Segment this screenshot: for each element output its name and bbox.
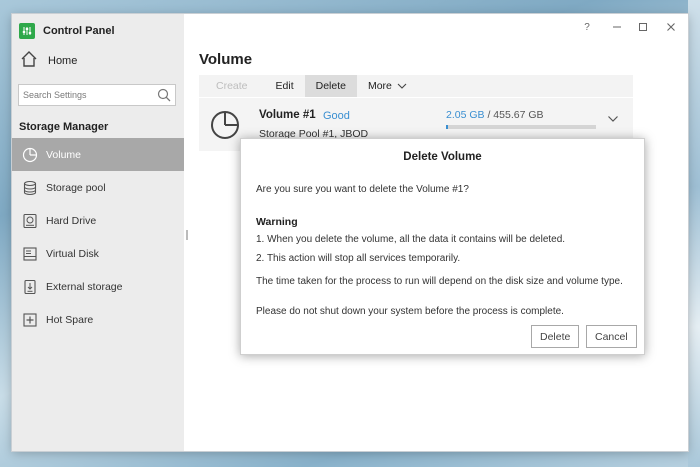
- home-label: Home: [48, 55, 78, 67]
- section-title-storage-manager: Storage Manager: [19, 121, 109, 133]
- dialog-question: Are you sure you want to delete the Volu…: [256, 184, 469, 195]
- storage-pool-icon: [22, 180, 38, 196]
- sidebar: Control Panel Home Storage Manager: [12, 14, 184, 451]
- more-menu-button[interactable]: More: [357, 75, 418, 97]
- toolbar: Create Edit Delete More: [199, 75, 633, 97]
- search-input[interactable]: [23, 90, 153, 100]
- warning-title: Warning: [256, 216, 298, 228]
- search-icon[interactable]: [157, 88, 171, 107]
- expand-chevron-icon[interactable]: [607, 110, 619, 128]
- hard-drive-icon: [22, 213, 38, 229]
- status-badge: Good: [323, 110, 350, 122]
- create-button[interactable]: Create: [199, 75, 265, 97]
- warning-line-1: 1. When you delete the volume, all the d…: [256, 234, 566, 245]
- dialog-note-1: The time taken for the process to run wi…: [256, 276, 623, 287]
- delete-button[interactable]: Delete: [304, 75, 357, 97]
- sidebar-nav: Volume Storage pool Hard Drive Virtual D…: [12, 138, 184, 336]
- external-storage-icon: [22, 279, 38, 295]
- usage-bar: [446, 125, 596, 129]
- sidebar-item-label: External storage: [46, 280, 123, 293]
- page-title: Volume: [199, 51, 253, 68]
- app-header: Control Panel: [19, 22, 115, 40]
- volume-used: 2.05 GB: [446, 109, 485, 121]
- sidebar-item-label: Virtual Disk: [46, 247, 99, 260]
- app-logo-icon: [19, 23, 35, 39]
- confirm-delete-button[interactable]: Delete: [531, 325, 580, 348]
- sidebar-item-label: Hard Drive: [46, 214, 97, 227]
- search-box: [18, 84, 176, 106]
- more-label: More: [367, 80, 392, 92]
- chevron-down-icon: [397, 83, 407, 89]
- sidebar-item-volume[interactable]: Volume: [12, 138, 184, 171]
- sidebar-item-label: Volume: [46, 148, 82, 161]
- volume-total: 455.67 GB: [493, 109, 544, 121]
- sidebar-item-external-storage[interactable]: External storage: [12, 270, 184, 303]
- cancel-button[interactable]: Cancel: [586, 325, 637, 348]
- sidebar-item-hard-drive[interactable]: Hard Drive: [12, 204, 184, 237]
- dialog-title: Delete Volume: [403, 151, 482, 163]
- warning-line-2: 2. This action will stop all services te…: [256, 253, 461, 264]
- pie-chart-icon: [22, 147, 38, 163]
- dialog-note-2: Please do not shut down your system befo…: [256, 306, 564, 317]
- volume-usage: 2.05 GB / 455.67 GB: [446, 109, 544, 121]
- delete-volume-dialog: Delete Volume Are you sure you want to d…: [240, 138, 645, 355]
- sidebar-item-virtual-disk[interactable]: Virtual Disk: [12, 237, 184, 270]
- sidebar-item-storage-pool[interactable]: Storage pool: [12, 171, 184, 204]
- sidebar-item-hot-spare[interactable]: Hot Spare: [12, 303, 184, 336]
- volume-name: Volume #1: [259, 109, 316, 121]
- volume-pie-chart-icon: [209, 109, 241, 146]
- virtual-disk-icon: [22, 246, 38, 262]
- sidebar-item-label: Hot Spare: [46, 313, 94, 326]
- home-button[interactable]: Home: [20, 50, 78, 73]
- edit-button[interactable]: Edit: [265, 75, 305, 97]
- sidebar-item-label: Storage pool: [46, 181, 106, 194]
- usage-bar-fill: [446, 125, 448, 129]
- hot-spare-icon: [22, 312, 38, 328]
- desktop-background: [688, 0, 700, 467]
- app-title: Control Panel: [43, 25, 115, 37]
- usage-separator: /: [484, 109, 494, 121]
- home-icon: [20, 50, 38, 73]
